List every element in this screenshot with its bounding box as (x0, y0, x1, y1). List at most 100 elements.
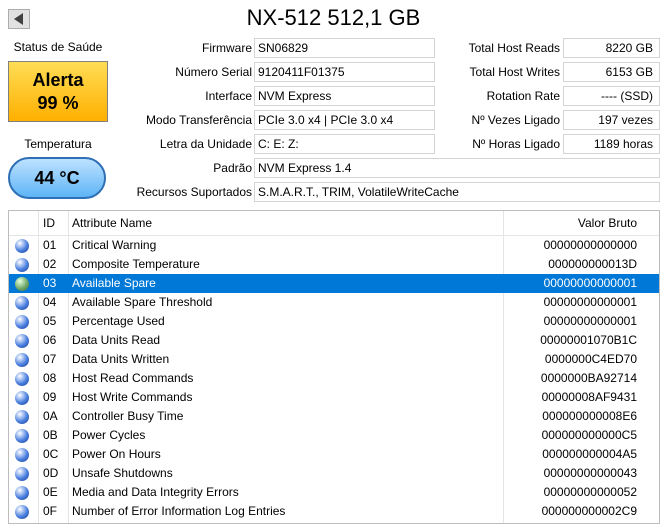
attribute-id: 07 (43, 352, 57, 366)
attribute-raw-value: 00000000000001 (543, 314, 637, 328)
status-dot-icon (15, 410, 29, 424)
interface-label: Interface (205, 89, 252, 103)
attribute-raw-value: 000000000004A5 (542, 447, 637, 461)
attribute-name: Media and Data Integrity Errors (72, 485, 239, 499)
total-host-writes-field: 6153 GB (563, 62, 660, 82)
status-dot-icon (15, 372, 29, 386)
attribute-id: 0C (43, 447, 59, 461)
attribute-name: Composite Temperature (72, 257, 200, 271)
table-row[interactable]: 0C Power On Hours 000000000004A5 (9, 445, 659, 464)
attribute-name: Unsafe Shutdowns (72, 466, 173, 480)
table-row[interactable]: 0A Controller Busy Time 000000000008E6 (9, 407, 659, 426)
table-row[interactable]: 0E Media and Data Integrity Errors 0000000… (9, 483, 659, 502)
disk-title: NX-512 512,1 GB (246, 5, 421, 30)
attribute-raw-value: 00000000000000 (543, 238, 637, 252)
attribute-raw-value: 00000000000001 (543, 276, 637, 290)
attribute-raw-value: 00000000000001 (543, 295, 637, 309)
total-host-reads-field: 8220 GB (563, 38, 660, 58)
firmware-field: SN06829 (254, 38, 435, 58)
rotation-rate-field: ---- (SSD) (563, 86, 660, 106)
power-on-count-field: 197 vezes (563, 110, 660, 130)
attribute-name: Available Spare (72, 276, 156, 290)
table-row[interactable]: 01 Critical Warning 00000000000000 (9, 236, 659, 255)
table-row[interactable]: 08 Host Read Commands 0000000BA92714 (9, 369, 659, 388)
firmware-label: Firmware (202, 41, 252, 55)
attribute-id: 02 (43, 257, 57, 271)
interface-field: NVM Express (254, 86, 435, 106)
status-dot-icon (15, 429, 29, 443)
attribute-raw-value: 00000000000052 (543, 485, 637, 499)
attribute-id: 03 (43, 276, 57, 290)
power-on-hours-field: 1189 horas (563, 134, 660, 154)
attribute-name: Number of Error Information Log Entries (72, 504, 286, 518)
features-field: S.M.A.R.T., TRIM, VolatileWriteCache (254, 182, 660, 202)
column-header-raw-value[interactable]: Valor Bruto (578, 211, 637, 236)
attribute-id: 04 (43, 295, 57, 309)
table-row[interactable]: 03 Available Spare 00000000000001 (9, 274, 659, 293)
standard-field: NVM Express 1.4 (254, 158, 660, 178)
table-body: 01 Critical Warning 00000000000000 02 Compos… (9, 236, 659, 521)
attribute-raw-value: 000000000013D (548, 257, 637, 271)
status-dot-icon (15, 296, 29, 310)
table-row[interactable]: 0B Power Cycles 000000000000C5 (9, 426, 659, 445)
drive-letter-label: Letra da Unidade (159, 137, 252, 151)
attribute-id: 0E (43, 485, 58, 499)
status-dot-icon (15, 486, 29, 500)
temperature-badge[interactable]: 44 °C (8, 157, 106, 199)
table-header: ID Attribute Name Valor Bruto (9, 211, 659, 236)
status-dot-icon (15, 277, 29, 291)
attribute-id: 0B (43, 428, 58, 442)
power-on-count-label: Nº Vezes Ligado (471, 113, 560, 127)
serial-number-field: 9120411F01375 (254, 62, 435, 82)
attribute-name: Data Units Written (72, 352, 170, 366)
attribute-name: Power Cycles (72, 428, 146, 442)
table-row[interactable]: 09 Host Write Commands 00000008AF9431 (9, 388, 659, 407)
attribute-name: Power On Hours (72, 447, 161, 461)
standard-label: Padrão (213, 161, 252, 175)
attribute-raw-value: 000000000002C9 (541, 504, 637, 518)
table-row[interactable]: 0D Unsafe Shutdowns 00000000000043 (9, 464, 659, 483)
smart-attributes-table[interactable]: ID Attribute Name Valor Bruto 01 Critical… (8, 210, 660, 524)
attribute-id: 0F (43, 504, 58, 518)
attribute-name: Data Units Read (72, 333, 161, 347)
status-dot-icon (15, 448, 29, 462)
attribute-id: 0A (43, 409, 58, 423)
attribute-name: Available Spare Threshold (72, 295, 213, 309)
attribute-name: Host Read Commands (72, 371, 194, 385)
transfer-mode-label: Modo Transferência (145, 113, 252, 127)
attribute-id: 05 (43, 314, 57, 328)
table-row[interactable]: 07 Data Units Written 0000000C4ED70 (9, 350, 659, 369)
table-row[interactable]: 02 Composite Temperature 000000000013D (9, 255, 659, 274)
drive-letter-field: C: E: Z: (254, 134, 435, 154)
attribute-raw-value: 000000000000C5 (541, 428, 637, 442)
temperature-value: 44 °C (34, 167, 80, 188)
table-row[interactable]: 0F Number of Error Information Log Entrie… (9, 502, 659, 521)
status-dot-icon (15, 258, 29, 272)
attribute-id: 0D (43, 466, 59, 480)
attribute-raw-value: 0000000C4ED70 (544, 352, 637, 366)
status-dot-icon (15, 334, 29, 348)
status-dot-icon (15, 315, 29, 329)
attribute-id: 06 (43, 333, 57, 347)
transfer-mode-field: PCIe 3.0 x4 | PCIe 3.0 x4 (254, 110, 435, 130)
attribute-name: Host Write Commands (72, 390, 193, 404)
attribute-raw-value: 00000008AF9431 (541, 390, 637, 404)
features-label: Recursos Suportados (136, 185, 252, 199)
health-percent: 99 % (37, 92, 79, 113)
attribute-name: Percentage Used (72, 314, 165, 328)
attribute-raw-value: 00000000000043 (543, 466, 637, 480)
status-dot-icon (15, 353, 29, 367)
column-header-attribute-name[interactable]: Attribute Name (72, 211, 152, 236)
table-row[interactable]: 05 Percentage Used 00000000000001 (9, 312, 659, 331)
attribute-id: 09 (43, 390, 57, 404)
serial-number-label: Número Serial (175, 65, 252, 79)
attribute-name: Controller Busy Time (72, 409, 184, 423)
health-status-badge[interactable]: Alerta 99 % (8, 61, 108, 122)
power-on-hours-label: Nº Horas Ligado (472, 137, 560, 151)
status-dot-icon (15, 391, 29, 405)
table-row[interactable]: 06 Data Units Read 00000001070B1C (9, 331, 659, 350)
attribute-raw-value: 00000001070B1C (540, 333, 637, 347)
column-header-id[interactable]: ID (43, 211, 55, 236)
table-row[interactable]: 04 Available Spare Threshold 0000000000000… (9, 293, 659, 312)
attribute-name: Critical Warning (72, 238, 157, 252)
